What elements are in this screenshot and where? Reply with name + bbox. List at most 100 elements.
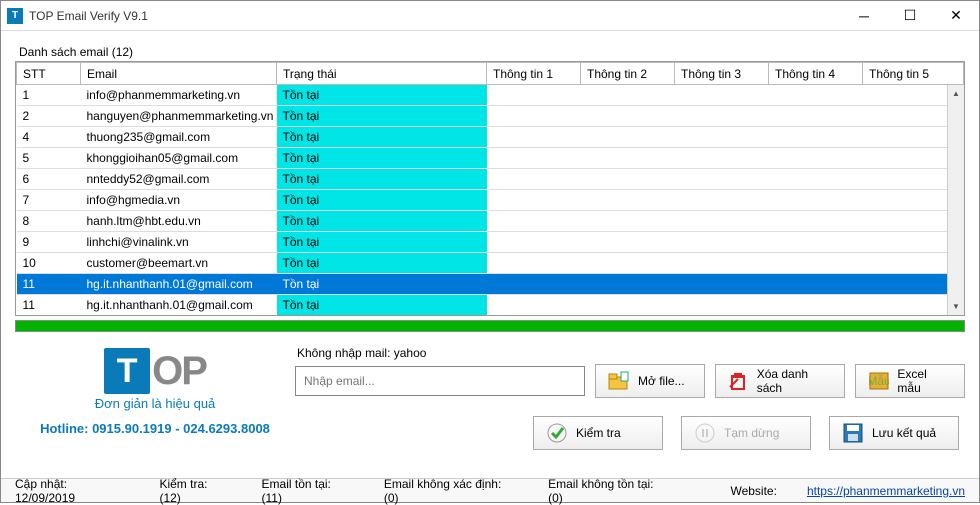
column-header[interactable]: Email (81, 63, 277, 85)
table-row[interactable]: 1info@phanmemmarketing.vnTồn tại (17, 85, 964, 106)
status-updated: Cập nhật: 12/09/2019 (15, 477, 129, 505)
scrollbar[interactable]: ▲ ▼ (947, 85, 964, 315)
cell-stt: 2 (17, 106, 81, 127)
cell-stt: 9 (17, 232, 81, 253)
column-header[interactable]: Thông tin 1 (487, 63, 581, 85)
scroll-up-icon[interactable]: ▲ (948, 85, 964, 102)
cell-info (675, 148, 769, 169)
cell-status: Tồn tại (277, 232, 487, 253)
cell-info (675, 106, 769, 127)
email-table[interactable]: STTEmailTrạng tháiThông tin 1Thông tin 2… (15, 61, 965, 316)
cell-stt: 5 (17, 148, 81, 169)
table-row[interactable]: 11hg.it.nhanthanh.01@gmail.comTồn tại (17, 295, 964, 316)
save-button[interactable]: Lưu kết quả (829, 416, 959, 450)
minimize-button[interactable]: ─ (841, 1, 887, 31)
cell-info (675, 85, 769, 106)
brand-panel: TOP Đơn giản là hiệu quả Hotline: 0915.9… (15, 346, 295, 450)
cell-info (487, 85, 581, 106)
website-label: Website: (730, 484, 776, 498)
cell-info (675, 169, 769, 190)
cell-stt: 1 (17, 85, 81, 106)
cell-info (487, 106, 581, 127)
check-button[interactable]: Kiểm tra (533, 416, 663, 450)
cell-info (581, 232, 675, 253)
maximize-button[interactable]: ☐ (887, 1, 933, 31)
cell-stt: 6 (17, 169, 81, 190)
cell-info (581, 169, 675, 190)
cell-info (581, 106, 675, 127)
open-file-label: Mở file... (638, 374, 685, 388)
cell-info (581, 85, 675, 106)
column-header[interactable]: Thông tin 3 (675, 63, 769, 85)
check-label: Kiểm tra (576, 426, 621, 440)
cell-info (675, 274, 769, 295)
column-header[interactable]: Trạng thái (277, 63, 487, 85)
logo: TOP (15, 348, 295, 394)
cell-email: thuong235@gmail.com (81, 127, 277, 148)
cell-info (581, 274, 675, 295)
cell-stt: 8 (17, 211, 81, 232)
table-row[interactable]: 2hanguyen@phanmemmarketing.vnTồn tại (17, 106, 964, 127)
excel-sample-button[interactable]: Mẫu Excel mẫu (855, 364, 965, 398)
cell-info (487, 127, 581, 148)
cell-info (675, 211, 769, 232)
status-unknown: Email không xác định: (0) (384, 477, 518, 505)
table-row[interactable]: 11hg.it.nhanthanh.01@gmail.comTồn tại (17, 274, 964, 295)
cell-status: Tồn tại (277, 106, 487, 127)
titlebar: T TOP Email Verify V9.1 ─ ☐ ✕ (1, 1, 979, 31)
cell-email: linhchi@vinalink.vn (81, 232, 277, 253)
column-header[interactable]: Thông tin 5 (863, 63, 964, 85)
table-row[interactable]: 9linhchi@vinalink.vnTồn tại (17, 232, 964, 253)
cell-info (769, 295, 863, 316)
open-file-button[interactable]: Mở file... (595, 364, 705, 398)
table-row[interactable]: 8hanh.ltm@hbt.edu.vnTồn tại (17, 211, 964, 232)
list-label: Danh sách email (12) (19, 45, 965, 59)
folder-icon (608, 370, 630, 392)
cell-info (675, 190, 769, 211)
pause-label: Tạm dừng (724, 426, 779, 440)
table-row[interactable]: 6nnteddy52@gmail.comTồn tại (17, 169, 964, 190)
cell-info (769, 169, 863, 190)
cell-info (769, 211, 863, 232)
cell-info (675, 253, 769, 274)
cell-status: Tồn tại (277, 148, 487, 169)
save-label: Lưu kết quả (872, 426, 936, 440)
cell-status: Tồn tại (277, 169, 487, 190)
close-button[interactable]: ✕ (933, 1, 979, 31)
table-row[interactable]: 5khonggioihan05@gmail.comTồn tại (17, 148, 964, 169)
column-header[interactable]: Thông tin 4 (769, 63, 863, 85)
cell-info (581, 190, 675, 211)
cell-status: Tồn tại (277, 274, 487, 295)
column-header[interactable]: Thông tin 2 (581, 63, 675, 85)
cell-info (581, 127, 675, 148)
cell-info (487, 274, 581, 295)
cell-info (487, 148, 581, 169)
cell-stt: 10 (17, 253, 81, 274)
cell-email: hanh.ltm@hbt.edu.vn (81, 211, 277, 232)
cell-info (487, 169, 581, 190)
cell-status: Tồn tại (277, 127, 487, 148)
table-row[interactable]: 4thuong235@gmail.comTồn tại (17, 127, 964, 148)
table-row[interactable]: 7info@hgmedia.vnTồn tại (17, 190, 964, 211)
cell-info (581, 253, 675, 274)
column-header[interactable]: STT (17, 63, 81, 85)
cell-info (487, 232, 581, 253)
status-bar: Cập nhật: 12/09/2019 Kiểm tra: (12) Emai… (1, 478, 979, 502)
cell-info (769, 106, 863, 127)
website-link[interactable]: https://phanmemmarketing.vn (807, 484, 965, 498)
clear-list-button[interactable]: Xóa danh sách (715, 364, 845, 398)
save-icon (842, 422, 864, 444)
email-input[interactable] (295, 366, 585, 396)
cell-info (487, 253, 581, 274)
cell-info (487, 295, 581, 316)
cell-status: Tồn tại (277, 85, 487, 106)
scroll-down-icon[interactable]: ▼ (948, 298, 964, 315)
cell-info (675, 127, 769, 148)
table-row[interactable]: 10customer@beemart.vnTồn tại (17, 253, 964, 274)
cell-info (769, 274, 863, 295)
cell-email: info@hgmedia.vn (81, 190, 277, 211)
cell-info (675, 232, 769, 253)
cell-info (769, 232, 863, 253)
pause-button[interactable]: Tạm dừng (681, 416, 811, 450)
app-icon: T (7, 8, 23, 24)
